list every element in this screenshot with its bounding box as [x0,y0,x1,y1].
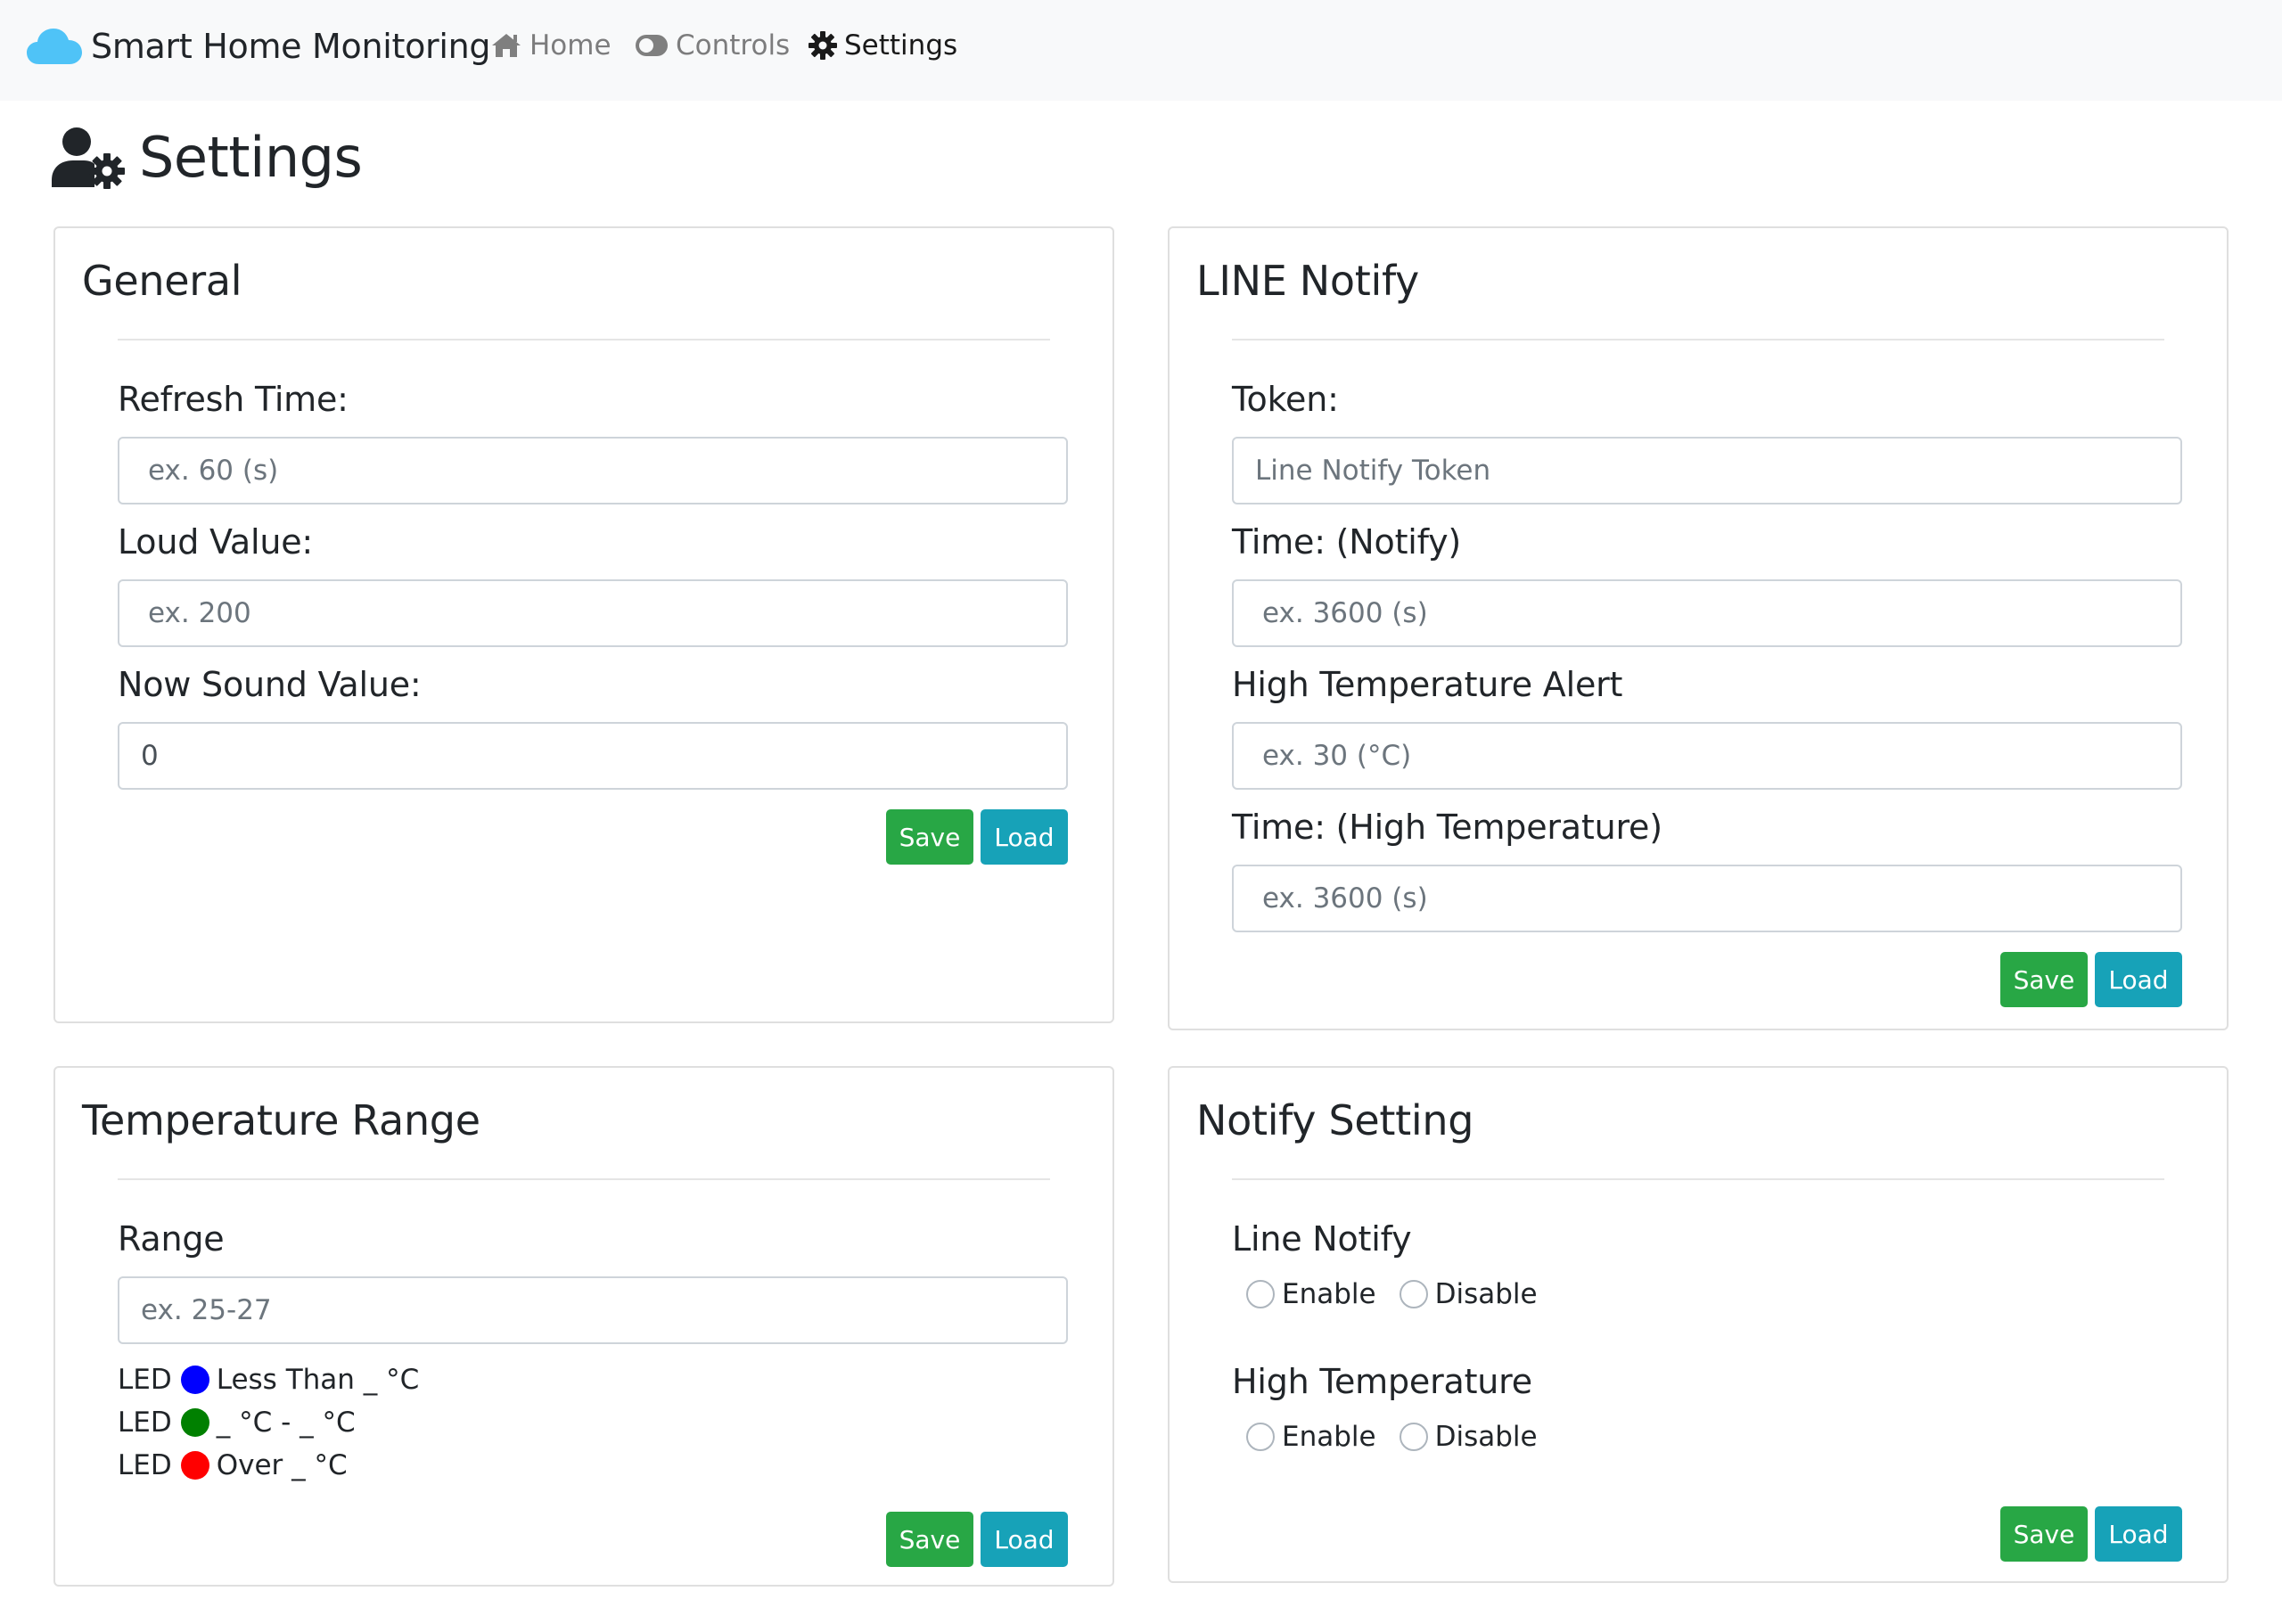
divider [118,1178,1050,1180]
temperature-range-card: Temperature Range Range LED Less Than _ … [53,1066,1114,1587]
radio-circle[interactable] [1399,1280,1428,1308]
page-title: Settings [52,125,363,190]
led-description: Over _ °C [216,1449,348,1481]
radio-circle[interactable] [1246,1280,1275,1308]
temperature-range-save-button[interactable]: Save [886,1512,973,1567]
line-notify-load-button[interactable]: Load [2095,952,2182,1007]
nav-home-label: Home [529,29,612,62]
range-input[interactable] [118,1276,1068,1344]
nav-settings[interactable]: Settings [809,29,957,62]
navbar: Smart Home Monitoring Home Controls Sett… [0,0,2282,101]
high-temp-time-input[interactable] [1232,865,2182,932]
high-temperature-radio-group: Enable Disable [1246,1421,1561,1453]
led-description: _ °C - _ °C [216,1407,356,1439]
high-temperature-enable-radio[interactable]: Enable [1246,1421,1376,1453]
nav-home[interactable]: Home [490,29,612,62]
line-notify-enable-radio[interactable]: Enable [1246,1278,1376,1310]
radio-label: Disable [1434,1278,1538,1310]
divider [118,339,1050,340]
loud-value-label: Loud Value: [118,522,313,562]
loud-value-input[interactable] [118,579,1068,647]
now-sound-input[interactable] [118,722,1068,790]
high-temp-alert-label: High Temperature Alert [1232,665,1623,704]
radio-label: Enable [1282,1278,1376,1310]
token-label: Token: [1232,380,1339,419]
notify-setting-load-button[interactable]: Load [2095,1506,2182,1562]
home-icon [492,34,521,57]
line-notify-disable-radio[interactable]: Disable [1399,1278,1538,1310]
general-card-title: General [82,257,242,305]
page-title-text: Settings [139,125,363,190]
divider [1232,339,2164,340]
refresh-time-input[interactable] [118,437,1068,504]
line-notify-save-button[interactable]: Save [2000,952,2088,1007]
led-label: LED [118,1364,172,1396]
nav-controls-label: Controls [676,29,791,62]
notify-setting-card-title: Notify Setting [1196,1096,1474,1144]
led-label: LED [118,1407,172,1439]
temperature-range-card-title: Temperature Range [82,1096,480,1144]
line-notify-card: LINE Notify Token: Time: (Notify) High T… [1168,226,2229,1030]
divider [1232,1178,2164,1180]
radio-circle[interactable] [1246,1423,1275,1451]
brand[interactable]: Smart Home Monitoring [27,27,491,66]
refresh-time-label: Refresh Time: [118,380,349,419]
radio-label: Disable [1434,1421,1538,1453]
led-description: Less Than _ °C [216,1364,420,1396]
high-temperature-disable-radio[interactable]: Disable [1399,1421,1538,1453]
notify-setting-save-button[interactable]: Save [2000,1506,2088,1562]
toggle-icon [636,35,668,56]
led-legend-green: LED _ °C - _ °C [118,1407,356,1439]
token-input[interactable] [1232,437,2182,504]
general-load-button[interactable]: Load [981,809,1068,865]
led-legend-blue: LED Less Than _ °C [118,1364,419,1396]
brand-title: Smart Home Monitoring [91,27,491,66]
general-save-button[interactable]: Save [886,809,973,865]
general-card: General Refresh Time: Loud Value: Now So… [53,226,1114,1023]
now-sound-label: Now Sound Value: [118,665,422,704]
nav-settings-label: Settings [844,29,958,62]
led-legend-red: LED Over _ °C [118,1449,348,1481]
nav-controls[interactable]: Controls [635,29,790,62]
line-notify-card-title: LINE Notify [1196,257,1419,305]
notify-time-input[interactable] [1232,579,2182,647]
radio-circle[interactable] [1399,1423,1428,1451]
high-temperature-toggle-label: High Temperature [1232,1362,1532,1401]
user-cog-icon [52,127,125,189]
gear-icon [809,31,837,60]
radio-label: Enable [1282,1421,1376,1453]
notify-setting-card: Notify Setting Line Notify Enable Disabl… [1168,1066,2229,1583]
notify-time-label: Time: (Notify) [1232,522,1462,562]
green-led-indicator [180,1408,209,1437]
high-temp-time-label: Time: (High Temperature) [1232,808,1662,847]
high-temp-alert-input[interactable] [1232,722,2182,790]
temperature-range-load-button[interactable]: Load [981,1512,1068,1567]
cloud-icon [27,29,82,64]
line-notify-toggle-label: Line Notify [1232,1219,1412,1259]
red-led-indicator [180,1451,209,1480]
line-notify-radio-group: Enable Disable [1246,1278,1561,1310]
blue-led-indicator [180,1366,209,1394]
range-label: Range [118,1219,225,1259]
led-label: LED [118,1449,172,1481]
